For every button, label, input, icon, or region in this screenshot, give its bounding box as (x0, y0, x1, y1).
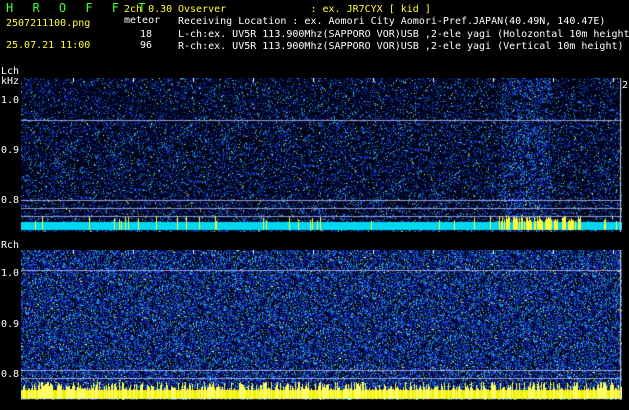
lch-setup-line: L-ch:ex. UV5R 113.900Mhz(SAPPORO VOR)USB… (178, 29, 629, 40)
rch-spectrogram[interactable] (21, 250, 622, 400)
file-name: 2507211100.png (6, 18, 91, 29)
lch-meteor-count: 18 (140, 29, 153, 40)
frequency-tick-label: 0.8 (1, 369, 20, 380)
time-axis-label: 2 (622, 80, 629, 91)
lch-spectrogram[interactable] (21, 78, 622, 232)
observer-line: Ovserver : ex. JR7CYX [ kid ] (178, 4, 431, 15)
rch-meteor-count: 96 (140, 40, 153, 51)
meteor-label: meteor (124, 15, 161, 26)
rch-label: Rch (1, 240, 20, 251)
frequency-tick-label: 0.9 (1, 319, 20, 330)
frequency-tick-label: 0.8 (1, 195, 20, 206)
frequency-tick-label: 1.0 (1, 95, 20, 106)
timestamp: 25.07.21 11:00 (6, 40, 91, 51)
location-line: Receiving Location : ex. Aomori City Aom… (178, 16, 606, 27)
lch-unit-label: kHz (1, 76, 20, 87)
rch-setup-line: R-ch:ex. UV5R 113.900Mhz(SAPPORO VOR)USB… (178, 41, 624, 52)
frequency-tick-label: 1.0 (1, 268, 20, 279)
frequency-tick-label: 0.9 (1, 145, 20, 156)
channel-mode: 2ch 0.30 (124, 4, 173, 15)
